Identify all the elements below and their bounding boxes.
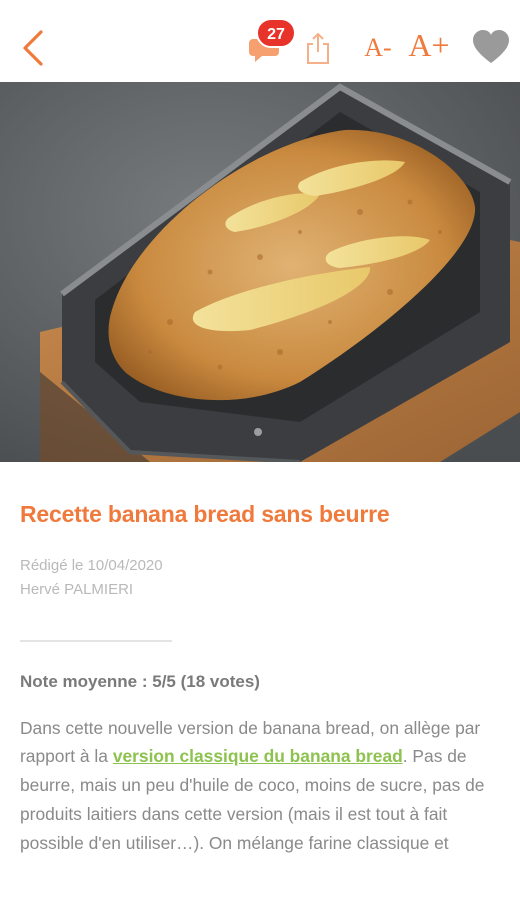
font-decrease-button[interactable]: A- bbox=[356, 28, 400, 68]
banana-bread-illustration bbox=[0, 82, 520, 462]
font-decrease-label: A- bbox=[364, 33, 392, 62]
author-name: Hervé PALMIERI bbox=[20, 580, 134, 598]
share-button[interactable] bbox=[300, 28, 336, 68]
back-chevron-icon bbox=[23, 30, 43, 66]
share-icon bbox=[307, 32, 329, 64]
comment-count-badge: 27 bbox=[256, 18, 296, 48]
back-button[interactable] bbox=[12, 26, 52, 70]
publish-date: Rédigé le 10/04/2020 bbox=[20, 556, 163, 574]
divider bbox=[20, 639, 172, 642]
favorite-button[interactable] bbox=[468, 26, 514, 68]
top-bar: 27 A- A+ bbox=[0, 0, 520, 82]
font-increase-label: A+ bbox=[408, 26, 450, 63]
article: Recette banana bread sans beurre Rédigé … bbox=[20, 500, 502, 857]
classic-banana-bread-link[interactable]: version classique du banana bread bbox=[113, 746, 403, 766]
recipe-photo bbox=[0, 82, 520, 462]
heart-icon bbox=[473, 30, 509, 63]
average-rating: Note moyenne : 5/5 (18 votes) bbox=[20, 671, 260, 691]
article-body: Dans cette nouvelle version de banana br… bbox=[20, 714, 502, 858]
font-increase-button[interactable]: A+ bbox=[404, 22, 454, 68]
article-meta: Rédigé le 10/04/2020 Hervé PALMIERI bbox=[20, 554, 502, 602]
article-title: Recette banana bread sans beurre bbox=[20, 501, 390, 527]
